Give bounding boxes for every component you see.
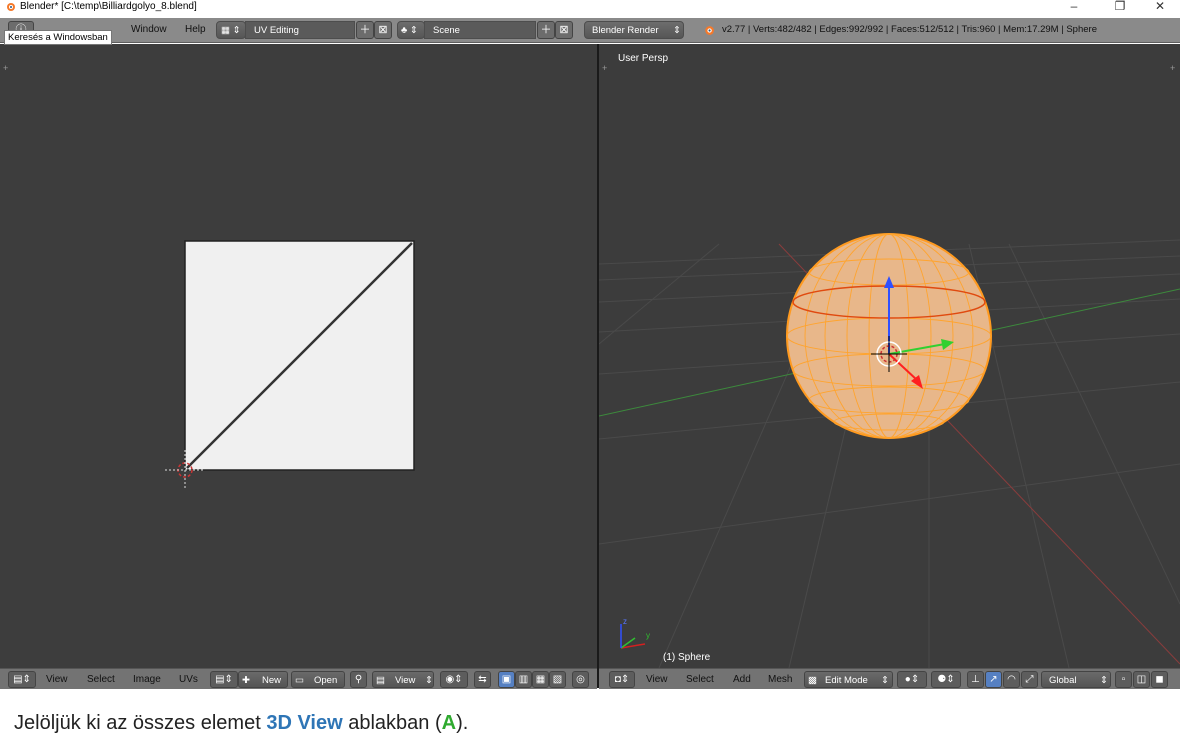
image-browse-icon[interactable]: ▤⇕ [210,671,238,688]
vertex-select-icon[interactable]: ▫ [1115,671,1132,688]
menu-window[interactable]: Window [131,24,167,35]
title-bar: Blender* [C:\temp\Billiardgolyo_8.blend]… [0,0,1180,14]
edge-select-icon[interactable]: ◫ [1133,671,1150,688]
pivot-point-icon[interactable]: ⚈⇕ [931,671,961,688]
translate-manipulator-icon[interactable]: ↗ [985,671,1002,688]
scene-icon: ♣ ⇕ [401,25,418,36]
chevron-updown-icon: ⇕ [1100,675,1108,686]
face-select-icon[interactable]: ◼ [1151,671,1168,688]
blender-logo-icon [705,26,714,35]
menu-uvs[interactable]: UVs [179,674,198,685]
caption-key: A [441,712,457,734]
folder-icon: ▭ [295,675,304,686]
new-image-button[interactable]: ✚ New [238,671,288,688]
add-scene-icon[interactable]: ＋ [537,21,555,39]
windows-search-tooltip: Keresés a Windowsban [4,30,112,45]
image-icon: ▤ [376,675,385,686]
blender-logo-icon [7,3,15,11]
close-button[interactable]: ✕ [1150,0,1170,13]
pin-icon[interactable]: ⚲ [350,671,367,688]
face-select-icon[interactable]: ▦ [532,671,549,688]
uv-canvas[interactable] [0,44,597,668]
scene-name-field[interactable]: Scene [424,21,536,39]
menu-select[interactable]: Select [686,674,714,685]
island-select-icon[interactable]: ▧ [549,671,566,688]
rotate-manipulator-icon[interactable]: ◠ [1003,671,1020,688]
layout-grid-icon: ▦ ⇕ [221,25,241,36]
mode-dropdown[interactable]: ▩ Edit Mode ⇕ [804,671,893,688]
edge-select-icon[interactable]: ▥ [515,671,532,688]
instruction-caption: Jelöljük ki az összes elemet 3D View abl… [14,712,469,734]
open-image-button[interactable]: ▭ Open [291,671,345,688]
info-header: ⓘ Window Help ▦ ⇕ UV Editing ＋ ⊠ ♣ ⇕ Sce… [0,18,1180,43]
chevron-updown-icon: ⇕ [881,675,889,686]
restore-button[interactable]: ❐ [1110,0,1130,13]
render-engine-dropdown[interactable]: Blender Render ⇕ [584,21,684,39]
viewport-canvas[interactable]: y z [599,44,1180,668]
chevron-updown-icon: ⇕ [425,675,433,686]
edit-mode-icon: ▩ [808,675,817,686]
add-layout-icon[interactable]: ＋ [356,21,374,39]
scene-browse[interactable]: ♣ ⇕ [397,21,425,39]
menu-select[interactable]: Select [87,674,115,685]
plus-icon: ✚ [242,675,250,686]
layout-name-field[interactable]: UV Editing [245,21,355,39]
viewport-shading-icon[interactable]: ●⇕ [897,671,927,688]
axis-label-z: z [623,617,627,626]
sync-selection-icon[interactable]: ⇆ [474,671,491,688]
blender-window: Blender* [C:\temp\Billiardgolyo_8.blend]… [0,0,1180,742]
editor-type-icon[interactable]: ▤⇕ [8,671,36,688]
screen-layout-browse[interactable]: ▦ ⇕ [216,21,246,39]
uv-image-editor[interactable]: + [0,44,597,668]
pivot-icon[interactable]: ◉⇕ [440,671,468,688]
3d-viewport[interactable]: User Persp + + y z (1) Sphere [599,44,1180,668]
minimize-button[interactable]: – [1064,0,1084,13]
delete-scene-icon[interactable]: ⊠ [555,21,573,39]
menu-image[interactable]: Image [133,674,161,685]
uv-editor-header: ▤⇕ View Select Image UVs ▤⇕ ✚ New ▭ Open… [0,668,597,689]
menu-help[interactable]: Help [185,24,206,35]
axis-label-y: y [646,631,650,640]
menu-mesh[interactable]: Mesh [768,674,792,685]
view-mode-dropdown[interactable]: ▤ View ⇕ [372,671,434,688]
active-object-label: (1) Sphere [663,652,711,663]
scale-manipulator-icon[interactable]: ⤢ [1021,671,1038,688]
delete-layout-icon[interactable]: ⊠ [374,21,392,39]
manipulator-toggle-icon[interactable]: ⊥ [967,671,984,688]
axis-gizmo-icon: y z [620,617,650,649]
transform-orientation-dropdown[interactable]: Global ⇕ [1041,671,1111,688]
proportional-edit-icon[interactable]: ◎ [572,671,589,688]
scene-statistics: v2.77 | Verts:482/482 | Edges:992/992 | … [722,24,1097,35]
window-title: Blender* [C:\temp\Billiardgolyo_8.blend] [20,1,197,12]
menu-view[interactable]: View [46,674,68,685]
editor-type-icon[interactable]: ◘⇕ [609,671,635,688]
menu-add[interactable]: Add [733,674,751,685]
caption-3d-view: 3D View [266,712,343,734]
3d-view-header: ◘⇕ View Select Add Mesh ▩ Edit Mode ⇕ ●⇕… [599,668,1180,689]
menu-view[interactable]: View [646,674,668,685]
vertex-select-icon[interactable]: ▣ [498,671,515,688]
chevron-updown-icon: ⇕ [673,25,681,36]
